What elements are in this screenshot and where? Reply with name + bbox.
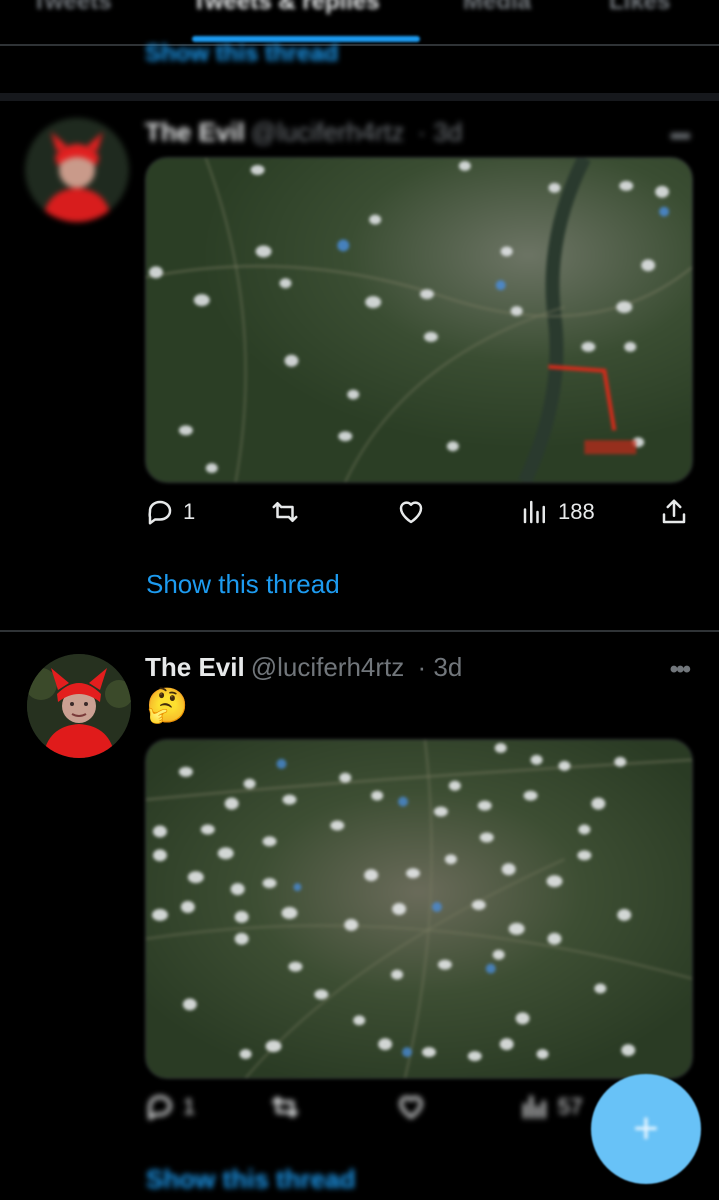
tweet[interactable]: The Evil @luciferh4rtz · 3d ••• 1 188 Sh… (0, 105, 719, 630)
analytics-icon (523, 1095, 546, 1119)
views-count: 188 (558, 499, 595, 524)
username[interactable]: @luciferh4rtz (251, 652, 405, 682)
show-thread-link[interactable]: Show this thread (146, 1164, 355, 1195)
retweet-button[interactable] (270, 1092, 300, 1122)
username[interactable]: @luciferh4rtz (251, 117, 405, 147)
tweet-actions: 1 188 (145, 497, 693, 537)
tab-likes[interactable]: Likes (609, 0, 670, 16)
timestamp[interactable]: · 3d (418, 652, 463, 682)
heart-icon (399, 1096, 423, 1119)
tab-tweets-and-replies[interactable]: Tweets & replies (192, 0, 380, 16)
reply-count: 1 (183, 499, 196, 524)
more-options-icon[interactable]: ••• (670, 656, 691, 684)
like-button[interactable] (396, 1092, 426, 1122)
views-count: 57 (558, 1094, 583, 1119)
tweet-text: 🤔 (146, 687, 189, 725)
tweet-header: The Evil @luciferh4rtz · 3d (145, 652, 462, 683)
reply-icon (148, 1095, 172, 1120)
tabs-divider (0, 44, 719, 46)
like-button[interactable] (396, 497, 426, 527)
share-icon (662, 499, 686, 524)
plus-icon: + (633, 1104, 659, 1153)
show-thread-link[interactable]: Show this thread (145, 40, 338, 68)
avatar[interactable] (27, 654, 131, 758)
show-thread-link[interactable]: Show this thread (146, 569, 340, 600)
tab-media[interactable]: Media (463, 0, 531, 16)
retweet-button[interactable] (270, 497, 300, 527)
share-button[interactable] (659, 497, 689, 527)
reply-count: 1 (183, 1094, 196, 1119)
retweet-icon (272, 1096, 298, 1118)
views-button[interactable]: 57 (520, 1092, 582, 1122)
more-options-icon[interactable]: ••• (670, 123, 691, 151)
avatar[interactable] (25, 118, 129, 222)
display-name[interactable]: The Evil (145, 117, 245, 147)
views-button[interactable]: 188 (520, 497, 595, 527)
reply-button[interactable]: 1 (145, 1092, 195, 1122)
analytics-icon (523, 500, 545, 524)
tweet-media-map[interactable] (145, 739, 693, 1079)
timestamp[interactable]: · 3d (418, 117, 463, 147)
compose-tweet-button[interactable]: + (591, 1074, 701, 1184)
heart-icon (399, 501, 423, 524)
tab-tweets[interactable]: Tweets (32, 0, 112, 16)
retweet-icon (272, 502, 298, 522)
tweet-header: The Evil @luciferh4rtz · 3d (145, 117, 462, 148)
display-name[interactable]: The Evil (145, 652, 245, 682)
reply-icon (148, 500, 172, 525)
tweet-media-map[interactable] (145, 157, 693, 483)
thread-separator (0, 93, 719, 101)
reply-button[interactable]: 1 (145, 497, 195, 527)
